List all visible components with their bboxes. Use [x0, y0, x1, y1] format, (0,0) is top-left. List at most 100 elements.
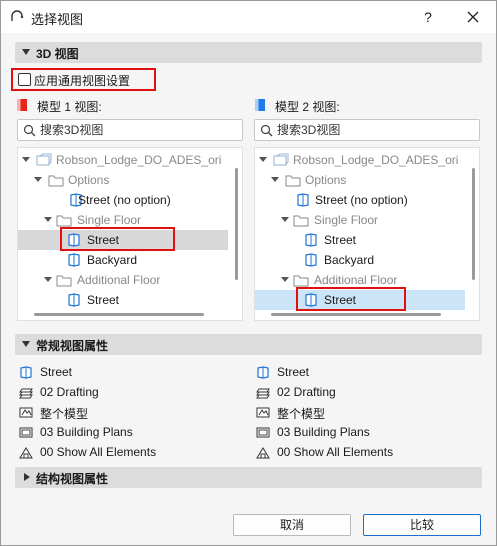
horizontal-scrollbar[interactable]	[271, 313, 441, 316]
model2-label-text: 模型 2 视图:	[275, 100, 340, 114]
apply-common-settings-row[interactable]: 应用通用视图设置	[11, 68, 156, 91]
cancel-button[interactable]: 取消	[233, 514, 351, 536]
expand-arrow-icon	[281, 277, 289, 282]
section-general-label: 常规视图属性	[36, 339, 109, 353]
vertical-scrollbar[interactable]	[235, 168, 238, 280]
section-general-properties[interactable]: 常规视图属性	[15, 334, 482, 355]
tree-item-label: Options	[68, 173, 110, 187]
help-button[interactable]: ?	[415, 5, 441, 29]
section-structural-label: 结构视图属性	[36, 472, 109, 486]
tree-item[interactable]: Options	[255, 170, 465, 190]
prop-value: 00 Show All Elements	[277, 445, 394, 459]
tree-item-label: Street (no option)	[315, 193, 408, 207]
section-structural-properties[interactable]: 结构视图属性	[15, 467, 482, 488]
folder-icon	[293, 215, 309, 227]
apply-common-settings-checkbox[interactable]	[18, 73, 31, 86]
compare-button[interactable]: 比较	[363, 514, 481, 536]
model-filter-icon	[256, 407, 270, 418]
model1-color-swatch	[17, 99, 27, 111]
tree-item-label: Backyard	[324, 253, 375, 267]
expand-arrow-icon	[22, 157, 30, 162]
tree-item[interactable]: Additional Floor	[18, 270, 228, 290]
tree-item-label: Backyard	[87, 253, 138, 267]
tree-item-label: Robson_Lodge_DO_ADES_ori	[56, 153, 222, 167]
expand-arrow-icon	[271, 177, 279, 182]
folder-icon	[56, 215, 72, 227]
window-title: 选择视图	[31, 12, 84, 27]
select-view-dialog: 选择视图 ? 3D 视图 应用通用视图设置 模型 1 视图: 模型 2 视图:	[0, 0, 497, 546]
tree-item[interactable]: Single Floor	[255, 210, 465, 230]
expand-arrow-icon	[34, 177, 42, 182]
tree-item-label: Additional Floor	[314, 273, 398, 287]
tree-item-label: Street	[87, 293, 120, 307]
prop-value: 03 Building Plans	[277, 425, 370, 439]
view-3d-icon	[68, 293, 80, 307]
horizontal-scrollbar[interactable]	[34, 313, 204, 316]
model1-label-text: 模型 1 视图:	[37, 100, 102, 114]
project-icon	[273, 153, 289, 166]
section-3d-view[interactable]: 3D 视图	[15, 42, 482, 63]
prop-value: 02 Drafting	[40, 385, 99, 399]
search-icon	[23, 124, 36, 137]
view-3d-icon	[305, 253, 317, 267]
renovation-filter-icon	[19, 447, 33, 459]
model2-color-swatch	[255, 99, 265, 111]
prop-value: 整个模型	[40, 407, 89, 421]
tree-item[interactable]: Street	[255, 230, 465, 250]
folder-icon	[56, 275, 72, 287]
model2-search-box[interactable]	[254, 119, 480, 141]
view-3d-icon	[297, 193, 309, 207]
expand-arrow-icon	[24, 473, 30, 481]
tree-item[interactable]: Street	[18, 290, 228, 310]
model1-search-input[interactable]	[40, 122, 238, 138]
expand-arrow-icon	[259, 157, 267, 162]
prop-value: 03 Building Plans	[40, 425, 133, 439]
view-3d-icon	[68, 253, 80, 267]
highlight-box	[60, 227, 175, 251]
tree-item-label: Single Floor	[77, 213, 142, 227]
tree-item-label: Street	[324, 233, 357, 247]
search-icon	[260, 124, 273, 137]
renovation-filter-icon	[256, 447, 270, 459]
model2-search-input[interactable]	[277, 122, 475, 138]
close-button[interactable]	[458, 5, 488, 29]
view-3d-icon	[20, 366, 32, 379]
plan-icon	[19, 427, 33, 438]
expand-arrow-icon	[44, 277, 52, 282]
view-3d-icon	[257, 366, 269, 379]
tree-item[interactable]: Street (no option)	[18, 190, 228, 210]
view-3d-icon	[305, 233, 317, 247]
tree-item-label: Street (no option)	[78, 193, 171, 207]
folder-icon	[285, 175, 301, 187]
tree-item[interactable]: Robson_Lodge_DO_ADES_ori	[18, 150, 228, 170]
folder-icon	[293, 275, 309, 287]
expand-arrow-icon	[281, 217, 289, 222]
app-arc-icon	[11, 10, 24, 21]
prop-value: Street	[40, 365, 73, 379]
plan-icon	[256, 427, 270, 438]
highlight-box	[296, 287, 406, 311]
tree-item-label: Options	[305, 173, 347, 187]
title-bar: 选择视图 ?	[1, 1, 496, 33]
expand-arrow-icon	[44, 217, 52, 222]
vertical-scrollbar[interactable]	[472, 168, 475, 280]
layer-combo-icon	[19, 388, 33, 399]
prop-value: 00 Show All Elements	[40, 445, 157, 459]
section-3d-view-label: 3D 视图	[36, 47, 79, 61]
prop-value: 02 Drafting	[277, 385, 336, 399]
tree-item[interactable]: Options	[18, 170, 228, 190]
tree-item-label: Robson_Lodge_DO_ADES_ori	[293, 153, 459, 167]
tree-item[interactable]: Robson_Lodge_DO_ADES_ori	[255, 150, 465, 170]
tree-item[interactable]: Backyard	[18, 250, 228, 270]
close-icon	[467, 11, 479, 23]
tree-item[interactable]: Backyard	[255, 250, 465, 270]
model-filter-icon	[19, 407, 33, 418]
layer-combo-icon	[256, 388, 270, 399]
folder-icon	[48, 175, 64, 187]
prop-value: Street	[277, 365, 310, 379]
tree-item[interactable]: Street (no option)	[255, 190, 465, 210]
model1-search-box[interactable]	[17, 119, 243, 141]
tree-item-label: Single Floor	[314, 213, 379, 227]
apply-common-settings-label: 应用通用视图设置	[34, 74, 131, 88]
project-icon	[36, 153, 52, 166]
